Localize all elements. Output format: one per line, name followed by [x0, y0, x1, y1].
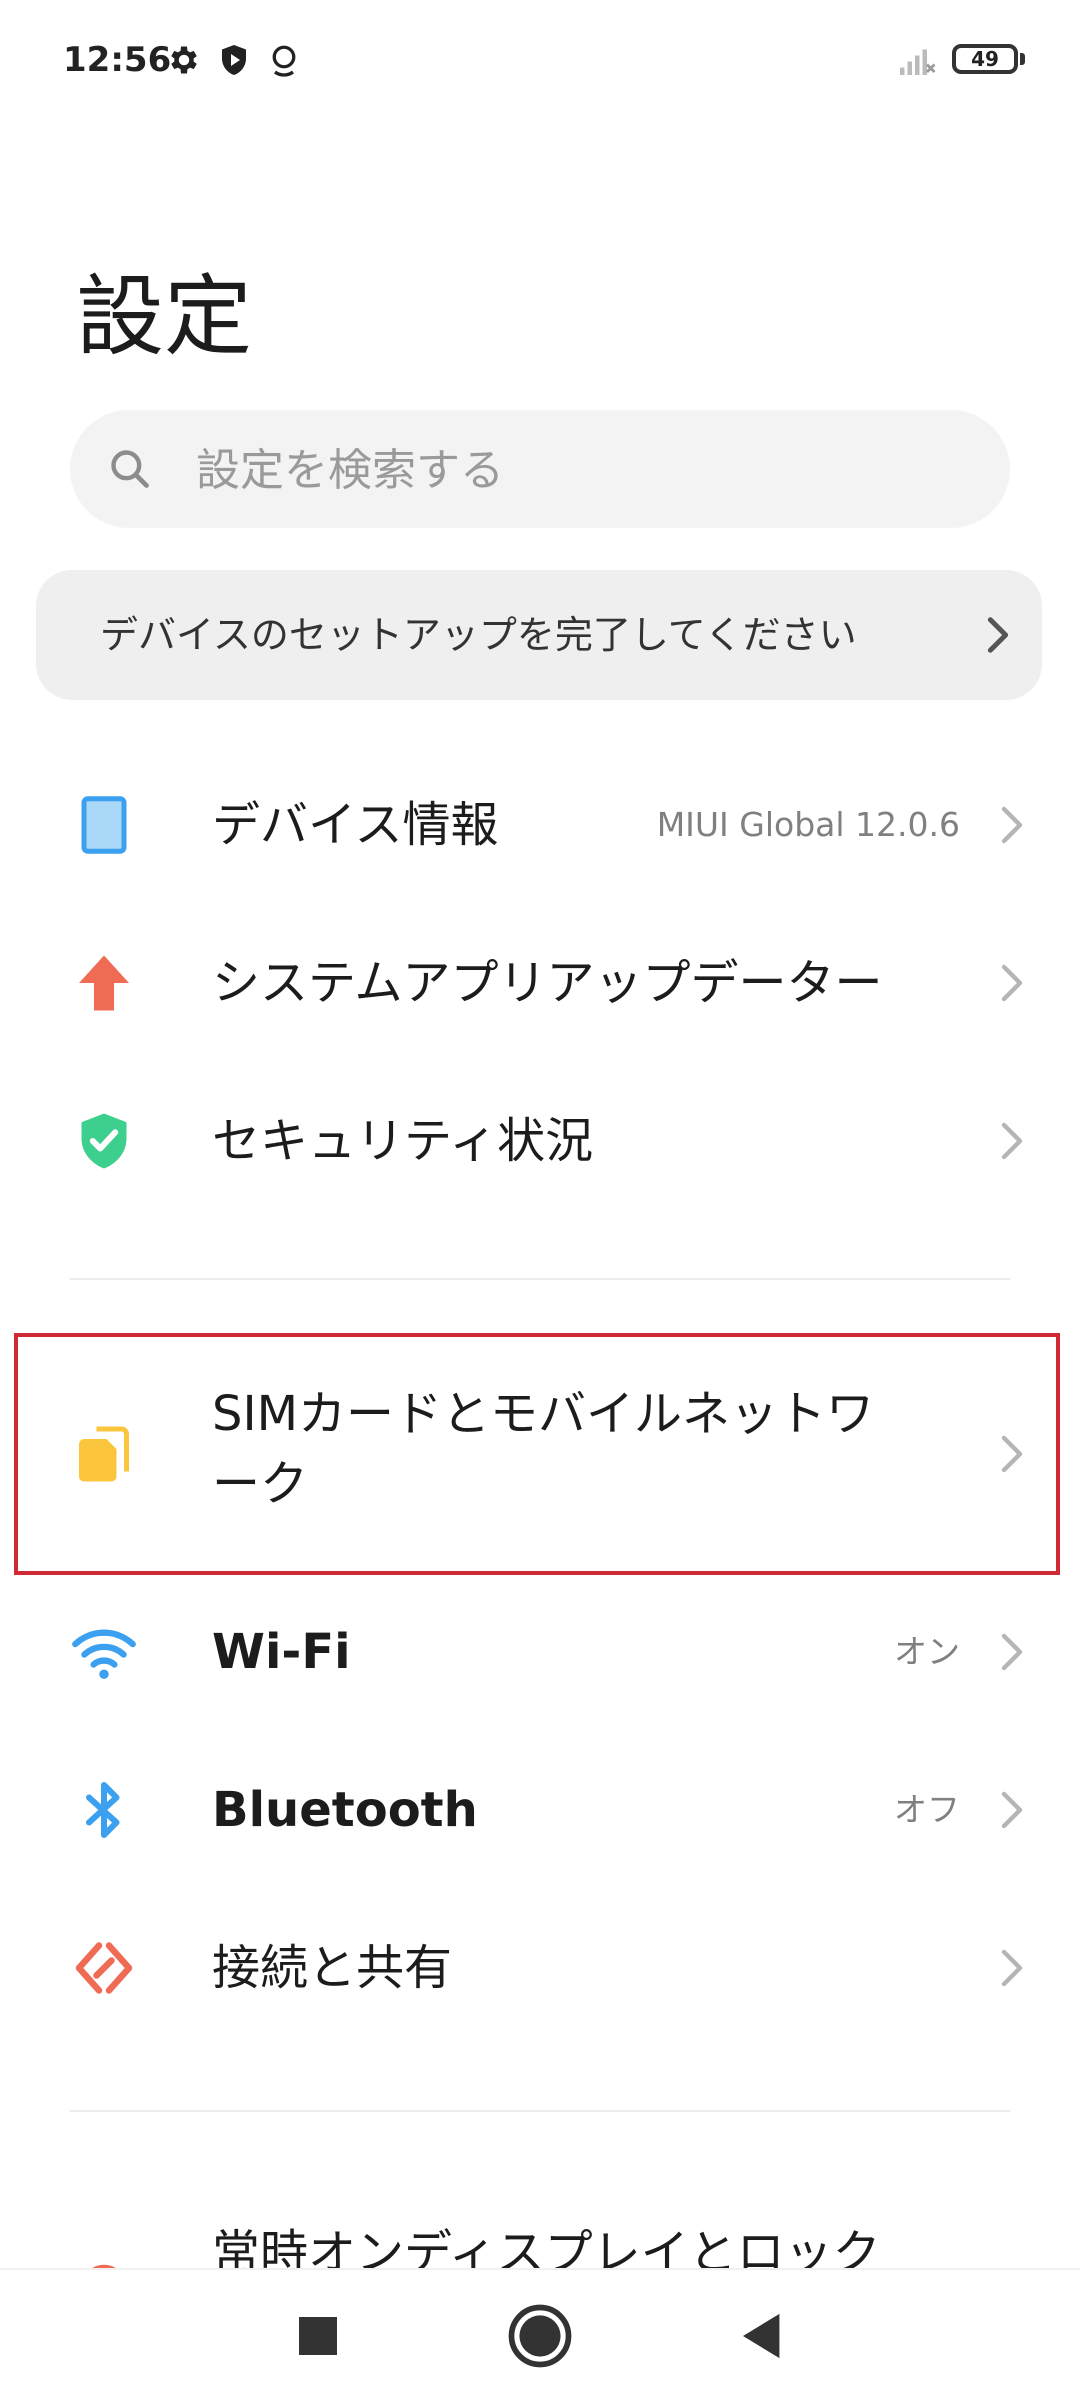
settings-screen: 12:56 49 設定 設定を検索する デバイスのセットアップを完了してください…	[0, 0, 1080, 2400]
search-icon	[111, 450, 149, 488]
row-value: オン	[894, 1632, 960, 1671]
search-bar[interactable]	[70, 410, 1010, 528]
row-label: システムアプリアップデーター	[212, 955, 883, 1011]
share-icon	[75, 1942, 133, 1994]
chevron-right-icon	[1001, 806, 1023, 844]
chevron-right-icon	[1001, 1949, 1023, 1987]
settings-row-bluetooth[interactable]: Bluetooth オフ	[0, 1755, 1080, 1865]
settings-row-wifi[interactable]: Wi-Fi オン	[0, 1597, 1080, 1707]
chevron-right-icon	[1001, 964, 1023, 1002]
setup-banner-label: デバイスのセットアップを完了してください	[100, 613, 857, 657]
settings-row-system-updater[interactable]: システムアプリアップデーター	[0, 928, 1080, 1038]
battery-indicator: 49	[952, 44, 1018, 74]
chevron-right-icon	[1001, 1791, 1023, 1829]
section-divider	[70, 2110, 1010, 2112]
section-divider	[70, 1278, 1010, 1280]
row-value: オフ	[894, 1790, 960, 1829]
back-triangle-icon[interactable]	[724, 2298, 800, 2374]
recents-square-icon[interactable]	[280, 2298, 356, 2374]
status-bar: 12:56 49	[0, 0, 1080, 120]
row-label: デバイス情報	[212, 797, 499, 853]
page-title: 設定	[76, 265, 253, 368]
battery-level: 49	[971, 47, 999, 71]
row-label: 常時オンディスプレイとロック	[212, 2225, 881, 2268]
signal-icon	[900, 49, 936, 75]
row-label: Wi-Fi	[212, 1624, 351, 1680]
shield-check-icon	[81, 1113, 127, 1169]
settings-row-device-info[interactable]: デバイス情報 MIUI Global 12.0.6	[0, 770, 1080, 880]
settings-row-connection-sharing[interactable]: 接続と共有	[0, 1913, 1080, 2023]
search-input[interactable]	[194, 428, 978, 512]
gear-icon	[171, 46, 197, 74]
bluetooth-icon	[86, 1782, 120, 1838]
navigation-bar	[0, 2268, 1080, 2400]
wifi-icon	[72, 1629, 136, 1679]
battery-tip	[1020, 53, 1025, 65]
sim-row-highlight-box	[14, 1333, 1060, 1575]
tablet-icon	[81, 796, 127, 854]
lock-icon	[92, 2264, 116, 2268]
home-circle-icon[interactable]	[502, 2298, 578, 2374]
up-arrow-icon	[79, 955, 129, 1011]
settings-row-aod-lock[interactable]: 常時オンディスプレイとロック	[0, 2210, 1080, 2268]
row-label: Bluetooth	[212, 1782, 478, 1838]
row-label: セキュリティ状況	[212, 1113, 594, 1169]
chevron-right-icon	[1001, 1122, 1023, 1160]
location-icon	[272, 45, 296, 77]
settings-row-security[interactable]: セキュリティ状況	[0, 1086, 1080, 1196]
chevron-right-icon	[987, 617, 1009, 653]
setup-banner[interactable]: デバイスのセットアップを完了してください	[36, 570, 1042, 700]
row-value: MIUI Global 12.0.6	[656, 805, 960, 844]
chevron-right-icon	[1001, 1633, 1023, 1671]
row-label: 接続と共有	[212, 1940, 453, 1996]
status-time: 12:56	[63, 40, 172, 80]
shield-icon	[222, 45, 246, 75]
